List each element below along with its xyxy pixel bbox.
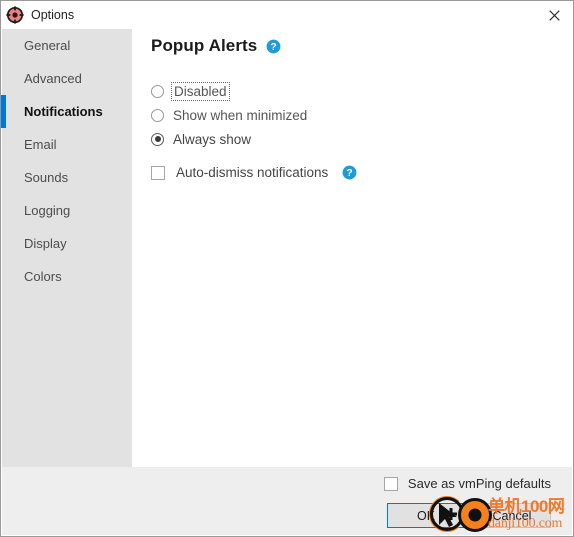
radio-option-label: Always show bbox=[173, 131, 252, 147]
close-icon bbox=[548, 9, 560, 21]
radio-indicator[interactable] bbox=[151, 132, 164, 146]
radio-option-disabled[interactable]: Disabled bbox=[151, 80, 307, 102]
sidebar-item-colors[interactable]: Colors bbox=[2, 260, 132, 293]
radio-indicator[interactable] bbox=[151, 108, 164, 122]
window-title: Options bbox=[31, 8, 75, 22]
popup-alerts-radio-group: Disabled Show when minimized Always show bbox=[151, 80, 307, 152]
cancel-button[interactable]: Cancel bbox=[473, 503, 551, 528]
sidebar-item-label: Email bbox=[24, 137, 57, 152]
sidebar-item-advanced[interactable]: Advanced bbox=[2, 62, 132, 95]
radio-option-show-when-minimized[interactable]: Show when minimized bbox=[151, 104, 307, 126]
auto-dismiss-checkbox[interactable] bbox=[151, 165, 165, 180]
settings-content-panel: Popup Alerts ? Disabled Show when minimi… bbox=[132, 29, 572, 467]
sidebar-item-label: Display bbox=[24, 236, 67, 251]
svg-text:?: ? bbox=[347, 168, 353, 179]
sidebar-item-label: General bbox=[24, 38, 71, 53]
sidebar-item-general[interactable]: General bbox=[2, 29, 132, 62]
sidebar-item-label: Advanced bbox=[24, 71, 82, 86]
help-question-icon[interactable]: ? bbox=[342, 165, 357, 180]
sidebar-nav: General Advanced Notifications Email Sou… bbox=[1, 29, 132, 467]
sidebar-item-label: Colors bbox=[24, 269, 62, 284]
save-defaults-checkbox[interactable] bbox=[383, 476, 398, 491]
sidebar-item-display[interactable]: Display bbox=[2, 227, 132, 260]
sidebar-item-label: Notifications bbox=[24, 104, 103, 119]
ok-button[interactable]: OK bbox=[387, 503, 465, 528]
radio-option-always-show[interactable]: Always show bbox=[151, 128, 307, 150]
target-crosshair-icon bbox=[4, 4, 26, 26]
sidebar-item-label: Sounds bbox=[24, 170, 69, 185]
dialog-button-row: OK Cancel bbox=[387, 503, 551, 528]
dialog-footer: Save as vmPing defaults OK Cancel bbox=[2, 467, 572, 535]
radio-indicator[interactable] bbox=[151, 84, 164, 98]
auto-dismiss-notifications-row[interactable]: Auto-dismiss notifications ? bbox=[151, 165, 357, 180]
options-dialog-window: Options General Advanced Notifications E… bbox=[0, 0, 574, 537]
sidebar-item-notifications[interactable]: Notifications bbox=[1, 95, 132, 128]
page-title: Popup Alerts bbox=[151, 36, 258, 55]
save-defaults-row[interactable]: Save as vmPing defaults bbox=[383, 476, 551, 491]
save-defaults-label: Save as vmPing defaults bbox=[407, 476, 551, 491]
title-bar: Options bbox=[1, 1, 573, 29]
sidebar-item-sounds[interactable]: Sounds bbox=[2, 161, 132, 194]
close-button[interactable] bbox=[535, 2, 573, 29]
sidebar-item-email[interactable]: Email bbox=[2, 128, 132, 161]
sidebar-item-logging[interactable]: Logging bbox=[2, 194, 132, 227]
section-header: Popup Alerts ? bbox=[151, 36, 281, 56]
auto-dismiss-label: Auto-dismiss notifications bbox=[176, 165, 329, 180]
help-question-icon[interactable]: ? bbox=[266, 39, 281, 54]
sidebar-item-label: Logging bbox=[24, 203, 71, 218]
svg-text:?: ? bbox=[271, 42, 277, 53]
radio-option-label: Show when minimized bbox=[173, 107, 308, 123]
radio-option-label: Disabled bbox=[171, 81, 230, 101]
